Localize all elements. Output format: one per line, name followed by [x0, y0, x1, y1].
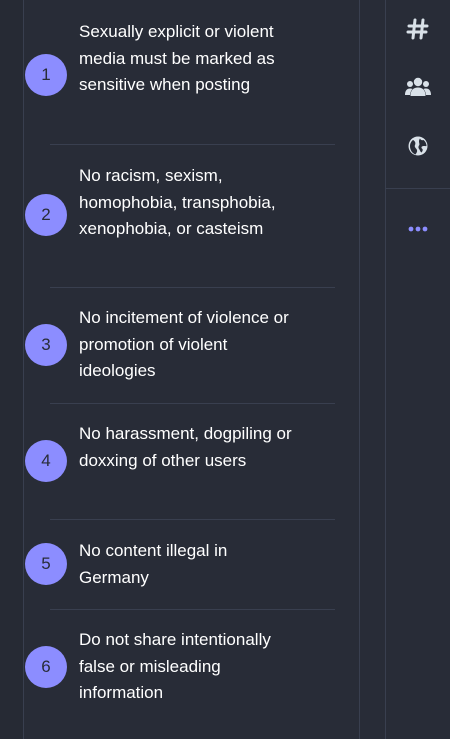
rule-divider: [50, 519, 335, 520]
left-gutter: [0, 0, 24, 739]
rule-text: Sexually explicit or violent media must …: [79, 22, 275, 94]
app-root: 1 Sexually explicit or violent media mus…: [0, 0, 450, 739]
rule-divider: [50, 144, 335, 145]
local-timeline-button[interactable]: [386, 67, 450, 107]
rule-text: Do not share intentionally false or misl…: [79, 630, 271, 702]
rule-number-badge: 2: [25, 194, 67, 236]
nav-divider: [386, 188, 450, 189]
rule-number-badge: 5: [25, 543, 67, 585]
rule-number-badge: 4: [25, 440, 67, 482]
rule-divider: [50, 403, 335, 404]
rule-number-badge: 3: [25, 324, 67, 366]
rule-number-badge: 6: [25, 646, 67, 688]
federated-timeline-button[interactable]: [386, 126, 450, 166]
rule-divider: [50, 609, 335, 610]
rule-divider: [50, 287, 335, 288]
users-icon: [405, 77, 431, 96]
hashtag-icon: [406, 18, 429, 40]
rule-text: No racism, sexism, homophobia, transphob…: [79, 166, 276, 238]
globe-icon: [408, 136, 428, 156]
column-gap: [360, 0, 385, 739]
rule-number-badge: 1: [25, 54, 67, 96]
explore-hashtags-button[interactable]: [386, 9, 450, 49]
more-button[interactable]: [386, 209, 450, 249]
more-icon: [408, 226, 428, 232]
navigation-column: [386, 0, 450, 739]
rule-text: No content illegal in Germany: [79, 541, 228, 587]
rule-text: No incitement of violence or promotion o…: [79, 308, 289, 380]
rule-text: No harassment, dogpiling or doxxing of o…: [79, 424, 292, 470]
